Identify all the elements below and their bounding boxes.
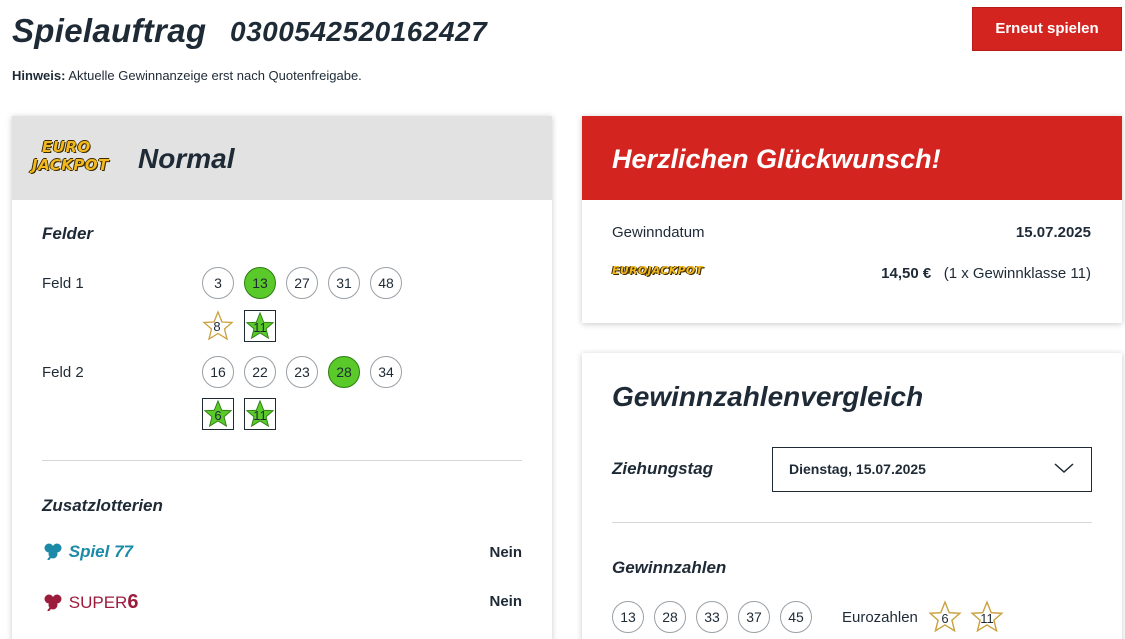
eurojackpot-small-logo: EUROJACKPOT <box>612 264 704 277</box>
super6-digit: 6 <box>127 591 139 613</box>
addons-title: Zusatzlotterien <box>42 496 163 515</box>
number-ball: 31 <box>328 267 360 299</box>
draw-day-label: Ziehungstag <box>612 459 714 478</box>
win-amount-value: 14,50 € <box>881 265 932 282</box>
super6-logo: SUPER6 <box>42 591 138 614</box>
winning-numbers-title: Gewinnzahlen <box>612 558 727 577</box>
field-label: Feld 2 <box>42 364 84 381</box>
euro-number-hit: 6 <box>202 398 234 430</box>
number-ball: 27 <box>286 267 318 299</box>
winning-number: 37 <box>738 601 770 633</box>
eurojackpot-logo-line2: JACKPOT <box>32 156 109 174</box>
ticket-card: EURO JACKPOT Normal Felder Feld 1 3 13 2… <box>12 116 552 639</box>
hint-label: Hinweis: <box>12 68 66 83</box>
number-ball: 34 <box>370 356 402 388</box>
winning-number: 13 <box>612 601 644 633</box>
ticket-card-header: EURO JACKPOT Normal <box>12 116 552 200</box>
number-ball: 3 <box>202 267 234 299</box>
clover-icon <box>44 543 62 561</box>
euro-number: 8 <box>202 310 234 342</box>
variant-title: Normal <box>138 143 235 174</box>
winning-euro-value: 11 <box>980 611 994 626</box>
win-date-value: 15.07.2025 <box>1015 224 1091 241</box>
draw-day-value: Dienstag, 15.07.2025 <box>789 461 926 477</box>
comparison-title: Gewinnzahlenvergleich <box>612 381 924 412</box>
super6-value: Nein <box>489 593 522 610</box>
win-card-header: Herzlichen Glückwunsch! <box>582 116 1122 200</box>
euro-numbers-label: Eurozahlen <box>842 609 918 626</box>
euro-number-hit: 11 <box>244 310 276 342</box>
field-label: Feld 1 <box>42 275 84 292</box>
number-ball: 22 <box>244 356 276 388</box>
hint-text: Hinweis: Aktuelle Gewinnanzeige erst nac… <box>12 68 362 83</box>
divider <box>612 522 1092 523</box>
draw-day-select[interactable]: Dienstag, 15.07.2025 <box>772 447 1092 492</box>
spiel77-label: Spiel 77 <box>68 542 133 561</box>
win-date-label: Gewinndatum <box>612 224 705 241</box>
eurojackpot-logo: EURO JACKPOT <box>32 138 116 178</box>
number-ball: 48 <box>370 267 402 299</box>
winning-euro-value: 6 <box>941 611 949 626</box>
win-title: Herzlichen Glückwunsch! <box>612 144 941 174</box>
replay-button[interactable]: Erneut spielen <box>972 7 1122 51</box>
win-amount: 14,50 € (1 x Gewinnklasse 11) <box>881 265 1091 282</box>
winning-number: 33 <box>696 601 728 633</box>
number-ball: 16 <box>202 356 234 388</box>
chevron-down-icon <box>1054 463 1074 474</box>
order-number: 0300542520162427 <box>230 16 488 47</box>
super6-label: SUPER <box>68 593 128 612</box>
number-ball-hit: 28 <box>328 356 360 388</box>
win-card: Herzlichen Glückwunsch! Gewinndatum 15.0… <box>582 116 1122 323</box>
spiel77-logo: Spiel 77 <box>42 542 133 562</box>
number-ball-hit: 13 <box>244 267 276 299</box>
euro-number-value: 11 <box>253 408 267 423</box>
hint-message: Aktuelle Gewinnanzeige erst nach Quotenf… <box>68 68 362 83</box>
euro-number-hit: 11 <box>244 398 276 430</box>
spiel77-value: Nein <box>489 544 522 561</box>
clover-icon <box>44 594 62 612</box>
winning-number: 45 <box>780 601 812 633</box>
euro-number-value: 8 <box>213 319 221 334</box>
winning-number: 28 <box>654 601 686 633</box>
comparison-card: Gewinnzahlenvergleich Ziehungstag Dienst… <box>582 353 1122 639</box>
page-title: Spielauftrag <box>12 12 207 49</box>
winning-euro-number: 11 <box>970 600 1004 634</box>
number-ball: 23 <box>286 356 318 388</box>
fields-title: Felder <box>42 224 94 243</box>
eurojackpot-logo-line1: EURO <box>42 138 91 156</box>
winning-euro-number: 6 <box>928 600 962 634</box>
euro-number-value: 11 <box>253 320 267 335</box>
divider <box>42 460 522 461</box>
euro-number-value: 6 <box>214 408 222 423</box>
win-amount-detail: (1 x Gewinnklasse 11) <box>943 265 1091 282</box>
